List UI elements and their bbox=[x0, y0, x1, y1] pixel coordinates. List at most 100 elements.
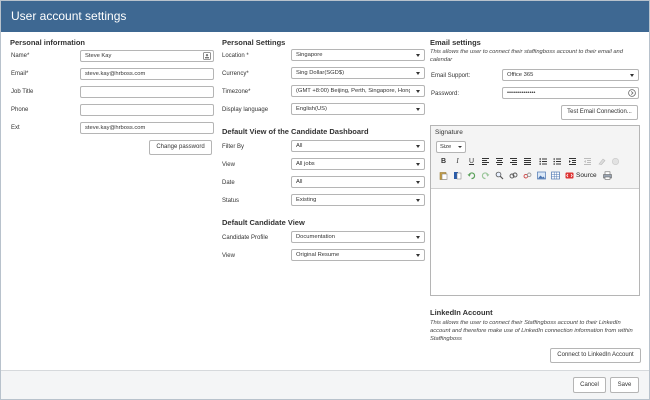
chevron-down-icon bbox=[416, 163, 420, 166]
paste-icon[interactable] bbox=[439, 171, 448, 180]
font-size-select[interactable]: Size bbox=[436, 141, 466, 153]
chevron-down-icon bbox=[416, 254, 420, 257]
candidate-profile-value: Documentation bbox=[296, 234, 335, 240]
align-justify-icon[interactable] bbox=[523, 157, 532, 166]
location-select[interactable]: Singapore bbox=[291, 49, 425, 61]
change-password-button[interactable]: Change password bbox=[149, 140, 212, 155]
status-select[interactable]: Existing bbox=[291, 194, 425, 206]
bold-button[interactable]: B bbox=[439, 157, 448, 166]
email-field[interactable]: steve.kay@hrboss.com bbox=[80, 68, 214, 80]
numbered-list-icon[interactable] bbox=[539, 157, 548, 166]
filter-by-select[interactable]: All bbox=[291, 140, 425, 152]
image-icon[interactable] bbox=[537, 171, 546, 180]
print-icon[interactable] bbox=[603, 171, 612, 180]
email-support-label: Email Support: bbox=[431, 73, 471, 79]
signature-toolbar: Signature Size B I U Source bbox=[431, 126, 639, 189]
outdent-icon[interactable] bbox=[583, 157, 592, 166]
chevron-down-icon bbox=[416, 108, 420, 111]
table-icon[interactable] bbox=[551, 171, 560, 180]
linkedin-description: This allows the user to connect their St… bbox=[430, 320, 633, 342]
email-label: Email* bbox=[11, 71, 29, 77]
redo-icon[interactable] bbox=[481, 171, 490, 180]
signature-content-area[interactable] bbox=[431, 190, 639, 295]
bulleted-list-icon[interactable] bbox=[553, 157, 562, 166]
chevron-down-icon bbox=[416, 90, 420, 93]
indent-icon[interactable] bbox=[568, 157, 577, 166]
find-icon[interactable] bbox=[495, 171, 504, 180]
chevron-down-icon bbox=[416, 199, 420, 202]
chevron-down-icon bbox=[416, 236, 420, 239]
currency-value: Sing Dollar(SGD$) bbox=[296, 70, 344, 76]
password-field[interactable]: •••••••••••••• bbox=[502, 87, 639, 99]
link-icon[interactable] bbox=[509, 171, 518, 180]
source-button[interactable]: Source bbox=[576, 171, 597, 180]
candidate-view-label: View bbox=[222, 253, 235, 259]
chevron-down-icon bbox=[630, 74, 634, 77]
date-select[interactable]: All bbox=[291, 176, 425, 188]
align-left-icon[interactable] bbox=[481, 157, 490, 166]
dialog-footer: Cancel Save bbox=[1, 370, 649, 399]
user-account-settings-dialog: User account settings Personal informati… bbox=[0, 0, 650, 400]
display-language-value: English(US) bbox=[296, 106, 327, 112]
candidate-profile-label: Candidate Profile bbox=[222, 235, 269, 241]
undo-icon[interactable] bbox=[467, 171, 476, 180]
source-icon[interactable] bbox=[565, 171, 574, 180]
currency-select[interactable]: Sing Dollar(SGD$) bbox=[291, 67, 425, 79]
contact-card-icon[interactable] bbox=[203, 52, 211, 60]
view-select[interactable]: All jobs bbox=[291, 158, 425, 170]
filter-by-value: All bbox=[296, 143, 303, 149]
name-value: Steve Kay bbox=[85, 53, 112, 59]
cancel-button[interactable]: Cancel bbox=[573, 377, 606, 393]
name-label: Name* bbox=[11, 53, 30, 59]
reveal-password-icon[interactable] bbox=[628, 89, 636, 97]
font-size-value: Size bbox=[440, 144, 452, 150]
signature-editor: Signature Size B I U Source bbox=[430, 125, 640, 296]
name-field[interactable]: Steve Kay bbox=[80, 50, 214, 62]
status-value: Existing bbox=[296, 197, 317, 203]
phone-field[interactable] bbox=[80, 104, 214, 116]
chevron-down-icon bbox=[416, 145, 420, 148]
candidate-view-value: Original Resume bbox=[296, 252, 340, 258]
dialog-title: User account settings bbox=[11, 9, 127, 23]
dashboard-view-heading: Default View of the Candidate Dashboard bbox=[222, 127, 369, 136]
test-email-connection-button[interactable]: Test Email Connection... bbox=[561, 105, 638, 120]
candidate-view-heading: Default Candidate View bbox=[222, 218, 305, 227]
date-value: All bbox=[296, 179, 303, 185]
chevron-down-icon bbox=[416, 54, 420, 57]
status-label: Status bbox=[222, 198, 240, 204]
password-label: Password: bbox=[431, 91, 460, 97]
connect-linkedin-button[interactable]: Connect to LinkedIn Account bbox=[550, 348, 641, 363]
ext-label: Ext bbox=[11, 125, 20, 131]
timezone-select[interactable]: (GMT +8:00) Beijing, Perth, Singapore, H… bbox=[291, 85, 425, 97]
password-value: •••••••••••••• bbox=[507, 90, 536, 96]
underline-button[interactable]: U bbox=[467, 157, 476, 166]
save-button[interactable]: Save bbox=[610, 377, 639, 393]
filter-by-label: Filter By bbox=[222, 144, 245, 150]
email-support-select[interactable]: Office 365 bbox=[502, 69, 639, 81]
location-value: Singapore bbox=[296, 52, 323, 58]
align-right-icon[interactable] bbox=[509, 157, 518, 166]
remove-format-icon[interactable] bbox=[597, 157, 606, 166]
display-language-label: Display language bbox=[222, 107, 269, 113]
location-label: Location * bbox=[222, 53, 249, 59]
chevron-down-icon bbox=[416, 181, 420, 184]
linkedin-account-heading: LinkedIn Account bbox=[430, 308, 493, 317]
job-title-field[interactable] bbox=[80, 86, 214, 98]
blockquote-icon[interactable] bbox=[611, 157, 620, 166]
view-label: View bbox=[222, 162, 235, 168]
email-settings-heading: Email settings bbox=[430, 38, 481, 47]
align-center-icon[interactable] bbox=[495, 157, 504, 166]
email-support-value: Office 365 bbox=[507, 72, 534, 78]
email-settings-description: This allows the user to connect their st… bbox=[430, 49, 624, 63]
italic-button[interactable]: I bbox=[453, 157, 462, 166]
ext-field[interactable]: steve.kay@hrboss.com bbox=[80, 122, 214, 134]
candidate-view-select[interactable]: Original Resume bbox=[291, 249, 425, 261]
dialog-titlebar: User account settings bbox=[1, 1, 649, 32]
display-language-select[interactable]: English(US) bbox=[291, 103, 425, 115]
candidate-profile-select[interactable]: Documentation bbox=[291, 231, 425, 243]
unlink-icon[interactable] bbox=[523, 171, 532, 180]
paste-from-word-icon[interactable] bbox=[453, 171, 462, 180]
chevron-down-icon bbox=[458, 146, 462, 148]
signature-label: Signature bbox=[435, 129, 463, 136]
phone-label: Phone bbox=[11, 107, 29, 113]
